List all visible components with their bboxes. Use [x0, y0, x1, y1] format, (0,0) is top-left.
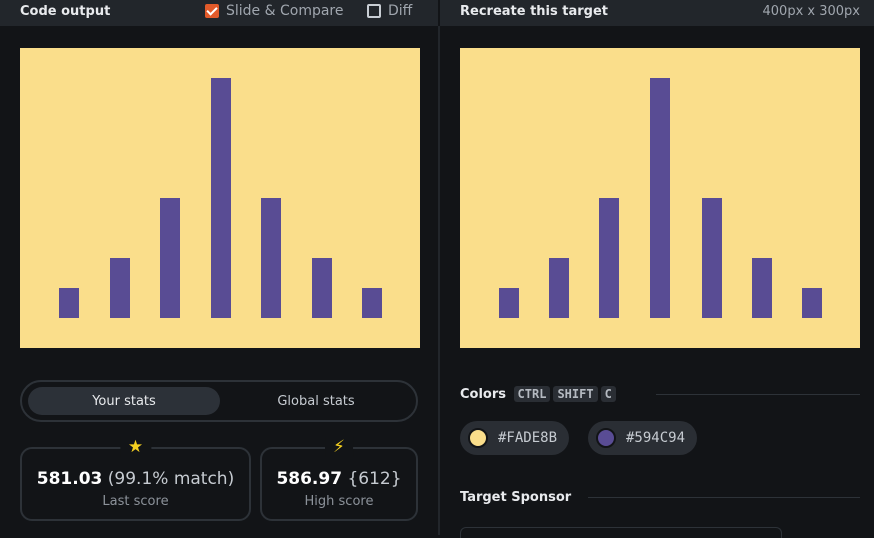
target-bar-2: [549, 258, 569, 318]
color-swatch-purple[interactable]: #594C94: [588, 421, 698, 455]
code-output-title: Code output: [20, 4, 111, 19]
output-bar-3: [160, 198, 180, 318]
color-dot-icon: [596, 428, 616, 448]
lightning-icon: ⚡: [325, 437, 353, 457]
color-swatch-label: #594C94: [626, 430, 686, 446]
color-dot-icon: [468, 428, 488, 448]
colors-divider: [656, 394, 860, 395]
target-title: Recreate this target: [460, 4, 609, 19]
output-bar-1: [59, 288, 79, 318]
target-sponsor-title: Target Sponsor: [460, 490, 572, 505]
diff-toggle[interactable]: Diff: [367, 3, 412, 19]
output-bar-4: [211, 78, 231, 318]
sponsor-box: [460, 527, 782, 538]
slide-compare-label: Slide & Compare: [226, 3, 344, 19]
target-bar-5: [702, 198, 722, 318]
tab-global-stats[interactable]: Global stats: [220, 387, 412, 415]
target-bar-1: [499, 288, 519, 318]
output-bar-7: [362, 288, 382, 318]
high-score-caption: High score: [304, 494, 374, 509]
last-score-value: 581.03: [36, 469, 103, 489]
tab-your-stats[interactable]: Your stats: [28, 387, 220, 415]
panel-divider: [438, 26, 440, 535]
target-bar-6: [752, 258, 772, 318]
last-score-caption: Last score: [102, 494, 169, 509]
stats-tabs: Your stats Global stats: [20, 380, 418, 422]
target-canvas: [460, 48, 860, 348]
last-score-match: (99.1% match): [107, 469, 235, 489]
target-bar-7: [802, 288, 822, 318]
code-output-canvas[interactable]: [20, 48, 420, 348]
colors-title-text: Colors: [460, 387, 507, 402]
output-bar-5: [261, 198, 281, 318]
high-score-value: 586.97: [276, 469, 343, 489]
star-icon: ★: [119, 437, 152, 457]
target-size-label: 400px x 300px: [762, 4, 860, 19]
top-bar: Code output Slide & Compare Diff Recreat…: [0, 0, 874, 26]
shortcut-key-c: C: [600, 386, 616, 402]
output-bar-2: [110, 258, 130, 318]
target-bar-4: [650, 78, 670, 318]
last-score-card: ★ 581.03 (99.1% match) Last score: [20, 437, 251, 521]
high-score-card: ⚡ 586.97 {612} High score: [260, 437, 418, 521]
high-score-extra: {612}: [347, 469, 402, 489]
target-bar-3: [599, 198, 619, 318]
color-swatch-yellow[interactable]: #FADE8B: [460, 421, 570, 455]
diff-label: Diff: [388, 3, 413, 19]
checkbox-unchecked-icon[interactable]: [367, 4, 381, 18]
slide-compare-toggle[interactable]: Slide & Compare: [205, 3, 344, 19]
sponsor-divider: [588, 497, 860, 498]
shortcut-key-shift: SHIFT: [553, 386, 598, 402]
color-swatch-label: #FADE8B: [498, 430, 558, 446]
header-divider: [438, 0, 440, 26]
colors-title: Colors CTRL SHIFT C: [460, 386, 616, 402]
output-bar-6: [312, 258, 332, 318]
shortcut-key-ctrl: CTRL: [513, 386, 551, 402]
checkbox-checked-icon[interactable]: [205, 4, 219, 18]
